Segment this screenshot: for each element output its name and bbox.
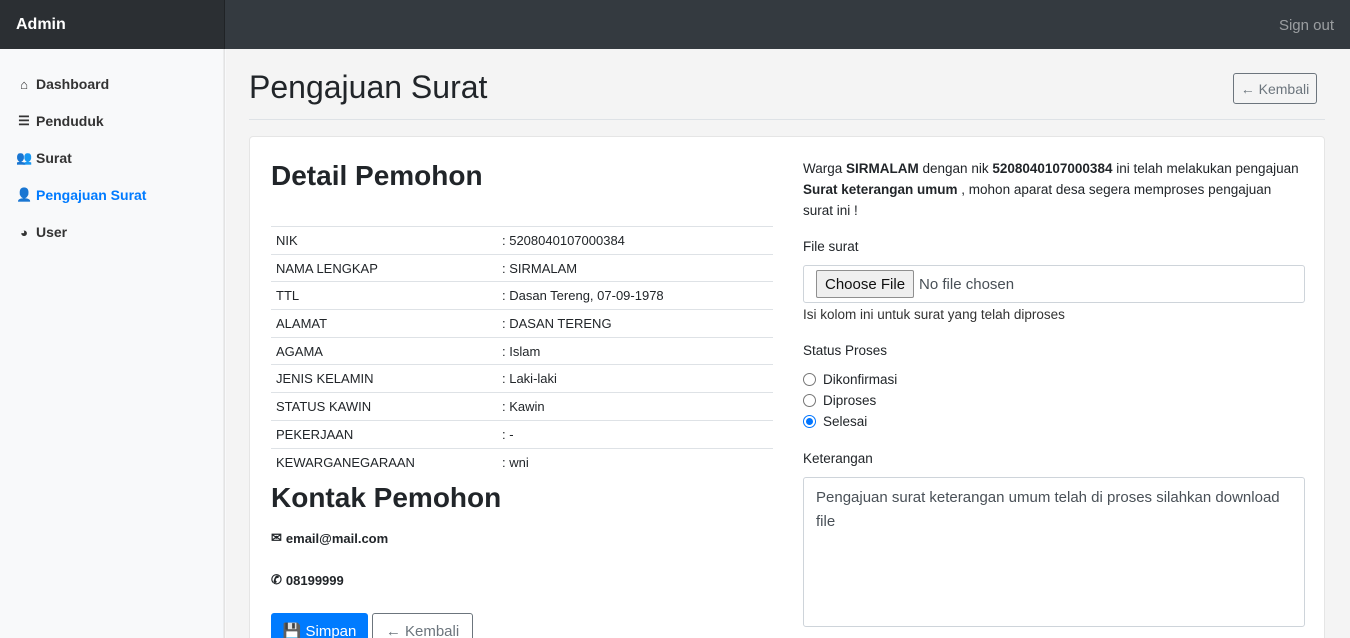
save-button-label: Simpan (305, 622, 357, 638)
arrow-left-icon: ← (385, 622, 405, 638)
sidebar-item-label: Surat (36, 150, 72, 166)
sidebar-item-surat[interactable]: 👥 Surat (16, 150, 72, 166)
top-navbar: Admin Sign out (0, 0, 1350, 49)
chart-pie-icon: ◕ (20, 224, 28, 240)
file-label: File surat (803, 239, 859, 254)
sidebar-item-label: User (36, 224, 68, 240)
phone-text: 08199999 (285, 572, 344, 588)
row-value: : Laki-laki (502, 371, 557, 387)
row-value: : - (502, 426, 514, 442)
radio-dikonfirmasi[interactable]: Dikonfirmasi (803, 372, 897, 387)
row-key: TTL (276, 288, 300, 304)
envelope-icon: ✉ (271, 530, 282, 545)
save-icon: 💾 (282, 623, 306, 638)
kontak-title: Kontak Pemohon (271, 482, 502, 513)
list-icon: ☰ (18, 113, 30, 128)
keterangan-label: Keterangan (803, 451, 873, 466)
detail-title: Detail Pemohon (271, 160, 483, 191)
table-row: JENIS KELAMIN : Laki-laki (271, 364, 773, 393)
divider (249, 119, 1325, 120)
request-card: Detail Pemohon NIK : 5208040107000384 NAMA… (249, 136, 1325, 638)
back-button-label: Kembali (404, 622, 460, 638)
row-value: : wni (502, 454, 529, 470)
back-button-bottom[interactable]: ← Kembali (372, 613, 473, 638)
keterangan-textarea[interactable]: Pengajuan surat keterangan umum telah di… (803, 477, 1305, 627)
sidebar-item-label: Pengajuan Surat (36, 187, 147, 203)
info-nik: 5208040107000384 (992, 161, 1113, 176)
row-key: KEWARGANEGARAAN (276, 454, 415, 470)
table-row: AGAMA : Islam (271, 337, 773, 365)
sidebar-item-label: Penduduk (36, 113, 104, 129)
file-help-text: Isi kolom ini untuk surat yang telah dip… (803, 307, 1065, 322)
row-key: AGAMA (276, 343, 323, 359)
info-text: ini telah melakukan pengajuan (1112, 161, 1299, 176)
radio-label: Dikonfirmasi (823, 372, 898, 387)
request-info: Warga SIRMALAM dengan nik 52080401070003… (803, 158, 1303, 221)
contact-phone: ✆ 08199999 (271, 572, 344, 588)
sidebar-item-penduduk[interactable]: ☰ Penduduk (16, 113, 104, 129)
save-button[interactable]: 💾 Simpan (271, 613, 368, 638)
info-surat: Surat keterangan umum (803, 182, 958, 197)
sidebar-item-user[interactable]: ◕ User (16, 224, 67, 240)
sidebar-item-pengajuan-surat[interactable]: 👤 Pengajuan Surat (16, 187, 146, 203)
detail-table: NIK : 5208040107000384 NAMA LENGKAP : SIRMA… (271, 226, 773, 476)
contact-email: ✉ email@mail.com (271, 530, 388, 546)
row-value: : 5208040107000384 (502, 232, 625, 248)
row-key: JENIS KELAMIN (276, 371, 374, 387)
row-value: : DASAN TERENG (502, 315, 612, 331)
table-row: NIK : 5208040107000384 (271, 226, 773, 255)
row-key: NAMA LENGKAP (276, 260, 378, 276)
radio-diproses[interactable]: Diproses (803, 393, 876, 408)
choose-file-button[interactable]: Choose File (816, 270, 915, 298)
sign-out-link[interactable]: Sign out (1279, 17, 1334, 34)
radio-label: Diproses (823, 393, 877, 408)
phone-icon: ✆ (271, 572, 282, 587)
table-row: TTL : Dasan Tereng, 07-09-1978 (271, 281, 773, 310)
status-label: Status Proses (803, 343, 888, 358)
email-text: email@mail.com (285, 530, 389, 546)
page-title: Pengajuan Surat (249, 69, 488, 105)
radio-label: Selesai (823, 414, 868, 429)
row-key: STATUS KAWIN (276, 398, 372, 414)
file-input[interactable]: Choose File No file chosen (803, 265, 1305, 303)
radio-button[interactable] (803, 373, 816, 386)
table-row: STATUS KAWIN : Kawin (271, 392, 773, 421)
row-key: PEKERJAAN (276, 426, 354, 442)
main-content: Pengajuan Surat ← Kembali Detail Pemohon… (226, 49, 1350, 638)
row-key: NIK (276, 232, 298, 248)
row-value: : SIRMALAM (502, 260, 578, 276)
info-text: dengan nik (918, 161, 993, 176)
back-button[interactable]: ← Kembali (1233, 73, 1317, 104)
table-row: NAMA LENGKAP : SIRMALAM (271, 254, 773, 282)
users-icon: 👥 (16, 150, 33, 165)
radio-selesai[interactable]: Selesai (803, 414, 867, 429)
info-name: SIRMALAM (846, 161, 919, 176)
arrow-left-icon: ← (1240, 80, 1259, 97)
sidebar-item-label: Dashboard (36, 76, 110, 92)
row-value: : Dasan Tereng, 07-09-1978 (502, 288, 664, 304)
table-row: ALAMAT : DASAN TERENG (271, 309, 773, 338)
sidebar-item-dashboard[interactable]: ⌂ Dashboard (16, 76, 109, 92)
radio-button-selected[interactable] (803, 415, 816, 428)
brand-logo[interactable]: Admin (0, 0, 225, 49)
table-row: PEKERJAAN : - (271, 420, 773, 448)
home-icon: ⌂ (20, 76, 28, 92)
info-text: Warga (803, 161, 847, 176)
row-value: : Islam (502, 343, 541, 359)
radio-button[interactable] (803, 394, 816, 407)
file-status: No file chosen (919, 275, 1015, 293)
row-value: : Kawin (502, 398, 545, 414)
sidebar: ⌂ Dashboard ☰ Penduduk 👥 Surat 👤 Pengaju… (0, 49, 225, 638)
user-icon: 👤 (16, 187, 33, 202)
table-row: KEWARGANEGARAAN : wni (271, 448, 773, 476)
row-key: ALAMAT (276, 315, 328, 331)
back-button-label: Kembali (1258, 80, 1310, 97)
